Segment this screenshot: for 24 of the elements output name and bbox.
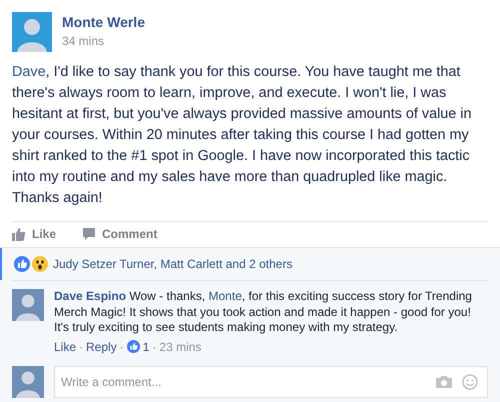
wow-reaction-icon bbox=[32, 256, 48, 272]
speech-bubble-icon bbox=[82, 227, 96, 241]
thumbs-up-icon bbox=[12, 227, 26, 241]
avatar bbox=[12, 12, 52, 52]
mention-link[interactable]: Dave bbox=[12, 64, 46, 80]
separator-dot: · bbox=[152, 340, 156, 354]
smiley-icon[interactable] bbox=[462, 374, 478, 390]
separator-dot: · bbox=[79, 340, 84, 354]
comment-button[interactable]: Comment bbox=[82, 227, 158, 241]
like-count[interactable]: 1 bbox=[142, 340, 150, 354]
like-count-icon bbox=[126, 340, 140, 353]
reply-link[interactable]: Reply bbox=[86, 340, 117, 354]
post-text: Dave, I'd like to say thank you for this course. You have taught me that there's always room to learn, improve, and execute. I won't lie, I was hesitant at first, but you've always provided massive amounts of value in your courses. Within 20 minutes after taking this course I had gotten my shirt ranked to the #1 spot in Google. I have now incorporated this tactic into my routine and my sales have more than quadrupled like magic. Thanks again! bbox=[12, 63, 472, 208]
commenter-avatar bbox=[12, 289, 44, 321]
mention-link[interactable]: Monte bbox=[208, 289, 242, 303]
author-name[interactable]: Monte Werle bbox=[62, 14, 145, 30]
user-avatar bbox=[12, 366, 44, 398]
reactions-names[interactable]: Judy Setzer Turner, Matt Carlett and 2 others bbox=[53, 257, 292, 271]
like-button[interactable]: Like bbox=[12, 227, 56, 241]
separator-dot: · bbox=[120, 340, 124, 354]
like-link[interactable]: Like bbox=[54, 340, 76, 354]
like-reaction-icon bbox=[14, 256, 30, 272]
comment-field[interactable]: Write a comment... bbox=[54, 366, 488, 398]
comment-text: Dave Espino Wow - thanks, Monte, for this exciting success story for Trending Merch Magic! It shows that you took action and made it happen - good for you! It's truly exciting to see students making money with my strategy. bbox=[54, 289, 473, 336]
